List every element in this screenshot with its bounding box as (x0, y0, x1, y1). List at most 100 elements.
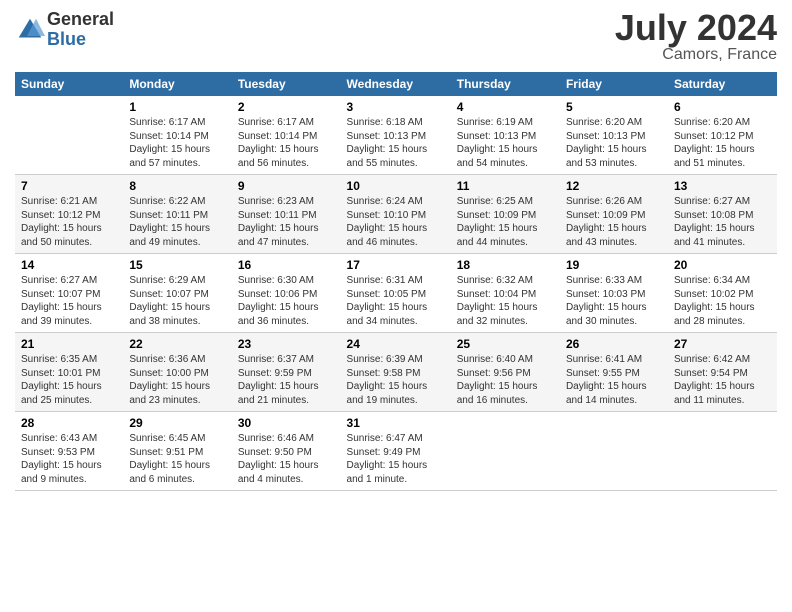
day-number: 30 (238, 416, 335, 430)
day-number: 12 (566, 179, 662, 193)
day-info: Sunrise: 6:34 AMSunset: 10:02 PMDaylight… (674, 274, 771, 328)
logo-blue: Blue (47, 30, 114, 50)
day-number: 7 (21, 179, 117, 193)
day-info: Sunrise: 6:30 AMSunset: 10:06 PMDaylight… (238, 274, 335, 328)
calendar-cell: 27 Sunrise: 6:42 AMSunset: 9:54 PMDayligh… (668, 333, 777, 412)
day-info: Sunrise: 6:22 AMSunset: 10:11 PMDaylight… (129, 195, 226, 249)
col-friday: Friday (560, 72, 668, 96)
calendar-cell: 28 Sunrise: 6:43 AMSunset: 9:53 PMDayligh… (15, 412, 123, 491)
day-number: 24 (347, 337, 445, 351)
calendar-cell: 26Sunrise: 6:41 AMSunset: 9:55 PMDayligh… (560, 333, 668, 412)
calendar-cell: 18Sunrise: 6:32 AMSunset: 10:04 PMDaylig… (451, 254, 560, 333)
day-info: Sunrise: 6:18 AMSunset: 10:13 PMDaylight… (347, 116, 445, 170)
day-number: 3 (347, 100, 445, 114)
day-number: 23 (238, 337, 335, 351)
day-number: 17 (347, 258, 445, 272)
calendar-cell: 2Sunrise: 6:17 AMSunset: 10:14 PMDayligh… (232, 96, 341, 175)
day-info: Sunrise: 6:45 AMSunset: 9:51 PMDaylight:… (129, 432, 226, 486)
day-number: 28 (21, 416, 117, 430)
calendar-cell: 16 Sunrise: 6:30 AMSunset: 10:06 PMDaylig… (232, 254, 341, 333)
day-info: Sunrise: 6:17 AMSunset: 10:14 PMDaylight… (238, 116, 335, 170)
day-info: Sunrise: 6:39 AMSunset: 9:58 PMDaylight:… (347, 353, 445, 407)
day-info: Sunrise: 6:26 AMSunset: 10:09 PMDaylight… (566, 195, 662, 249)
day-number: 8 (129, 179, 226, 193)
day-info: Sunrise: 6:32 AMSunset: 10:04 PMDaylight… (457, 274, 554, 328)
day-info: Sunrise: 6:19 AMSunset: 10:13 PMDaylight… (457, 116, 554, 170)
day-number: 26 (566, 337, 662, 351)
day-number: 27 (674, 337, 771, 351)
calendar-cell: 19Sunrise: 6:33 AMSunset: 10:03 PMDaylig… (560, 254, 668, 333)
calendar-cell: 14 Sunrise: 6:27 AMSunset: 10:07 PMDaylig… (15, 254, 123, 333)
day-number: 11 (457, 179, 554, 193)
calendar-table: Sunday Monday Tuesday Wednesday Thursday… (15, 72, 777, 491)
calendar-week-1: 1 Sunrise: 6:17 AMSunset: 10:14 PMDayligh… (15, 96, 777, 175)
calendar-body: 1 Sunrise: 6:17 AMSunset: 10:14 PMDayligh… (15, 96, 777, 491)
logo: General Blue (15, 10, 114, 50)
title-block: July 2024 Camors, France (615, 10, 777, 64)
calendar-cell: 5 Sunrise: 6:20 AMSunset: 10:13 PMDayligh… (560, 96, 668, 175)
day-number: 10 (347, 179, 445, 193)
calendar-cell: 24 Sunrise: 6:39 AMSunset: 9:58 PMDayligh… (341, 333, 451, 412)
calendar-week-4: 21 Sunrise: 6:35 AMSunset: 10:01 PMDaylig… (15, 333, 777, 412)
calendar-cell (668, 412, 777, 491)
day-number: 14 (21, 258, 117, 272)
calendar-header: Sunday Monday Tuesday Wednesday Thursday… (15, 72, 777, 96)
day-info: Sunrise: 6:29 AMSunset: 10:07 PMDaylight… (129, 274, 226, 328)
location: Camors, France (615, 46, 777, 64)
day-number: 5 (566, 100, 662, 114)
col-sunday: Sunday (15, 72, 123, 96)
logo-icon (15, 15, 45, 45)
calendar-cell: 30 Sunrise: 6:46 AMSunset: 9:50 PMDayligh… (232, 412, 341, 491)
calendar-cell: 9Sunrise: 6:23 AMSunset: 10:11 PMDayligh… (232, 175, 341, 254)
calendar-cell: 17 Sunrise: 6:31 AMSunset: 10:05 PMDaylig… (341, 254, 451, 333)
calendar-cell: 10 Sunrise: 6:24 AMSunset: 10:10 PMDaylig… (341, 175, 451, 254)
col-wednesday: Wednesday (341, 72, 451, 96)
day-number: 31 (347, 416, 445, 430)
day-info: Sunrise: 6:33 AMSunset: 10:03 PMDaylight… (566, 274, 662, 328)
calendar-cell: 22 Sunrise: 6:36 AMSunset: 10:00 PMDaylig… (123, 333, 232, 412)
day-number: 20 (674, 258, 771, 272)
calendar-cell: 31Sunrise: 6:47 AMSunset: 9:49 PMDayligh… (341, 412, 451, 491)
calendar-week-2: 7Sunrise: 6:21 AMSunset: 10:12 PMDayligh… (15, 175, 777, 254)
calendar-cell: 20 Sunrise: 6:34 AMSunset: 10:02 PMDaylig… (668, 254, 777, 333)
calendar-cell: 25 Sunrise: 6:40 AMSunset: 9:56 PMDayligh… (451, 333, 560, 412)
calendar-cell (15, 96, 123, 175)
day-info: Sunrise: 6:36 AMSunset: 10:00 PMDaylight… (129, 353, 226, 407)
day-number: 16 (238, 258, 335, 272)
day-info: Sunrise: 6:31 AMSunset: 10:05 PMDaylight… (347, 274, 445, 328)
day-number: 21 (21, 337, 117, 351)
logo-text: General Blue (47, 10, 114, 50)
day-info: Sunrise: 6:20 AMSunset: 10:13 PMDaylight… (566, 116, 662, 170)
day-info: Sunrise: 6:40 AMSunset: 9:56 PMDaylight:… (457, 353, 554, 407)
calendar-cell: 13Sunrise: 6:27 AMSunset: 10:08 PMDaylig… (668, 175, 777, 254)
calendar-cell: 6Sunrise: 6:20 AMSunset: 10:12 PMDayligh… (668, 96, 777, 175)
calendar-cell: 3 Sunrise: 6:18 AMSunset: 10:13 PMDayligh… (341, 96, 451, 175)
day-info: Sunrise: 6:46 AMSunset: 9:50 PMDaylight:… (238, 432, 335, 486)
calendar-cell (451, 412, 560, 491)
calendar-week-3: 14 Sunrise: 6:27 AMSunset: 10:07 PMDaylig… (15, 254, 777, 333)
page-header: General Blue July 2024 Camors, France (15, 10, 777, 64)
day-number: 1 (129, 100, 226, 114)
day-number: 13 (674, 179, 771, 193)
day-info: Sunrise: 6:42 AMSunset: 9:54 PMDaylight:… (674, 353, 771, 407)
day-number: 22 (129, 337, 226, 351)
day-number: 25 (457, 337, 554, 351)
calendar-cell: 29 Sunrise: 6:45 AMSunset: 9:51 PMDayligh… (123, 412, 232, 491)
day-number: 29 (129, 416, 226, 430)
day-info: Sunrise: 6:25 AMSunset: 10:09 PMDaylight… (457, 195, 554, 249)
logo-general: General (47, 10, 114, 30)
day-info: Sunrise: 6:27 AMSunset: 10:07 PMDaylight… (21, 274, 117, 328)
day-info: Sunrise: 6:17 AMSunset: 10:14 PMDaylight… (129, 116, 226, 170)
day-info: Sunrise: 6:24 AMSunset: 10:10 PMDaylight… (347, 195, 445, 249)
day-info: Sunrise: 6:35 AMSunset: 10:01 PMDaylight… (21, 353, 117, 407)
calendar-cell: 1 Sunrise: 6:17 AMSunset: 10:14 PMDayligh… (123, 96, 232, 175)
calendar-cell: 15 Sunrise: 6:29 AMSunset: 10:07 PMDaylig… (123, 254, 232, 333)
day-number: 15 (129, 258, 226, 272)
day-info: Sunrise: 6:43 AMSunset: 9:53 PMDaylight:… (21, 432, 117, 486)
calendar-cell: 11 Sunrise: 6:25 AMSunset: 10:09 PMDaylig… (451, 175, 560, 254)
day-info: Sunrise: 6:23 AMSunset: 10:11 PMDaylight… (238, 195, 335, 249)
col-monday: Monday (123, 72, 232, 96)
calendar-cell (560, 412, 668, 491)
day-info: Sunrise: 6:37 AMSunset: 9:59 PMDaylight:… (238, 353, 335, 407)
calendar-week-5: 28 Sunrise: 6:43 AMSunset: 9:53 PMDayligh… (15, 412, 777, 491)
